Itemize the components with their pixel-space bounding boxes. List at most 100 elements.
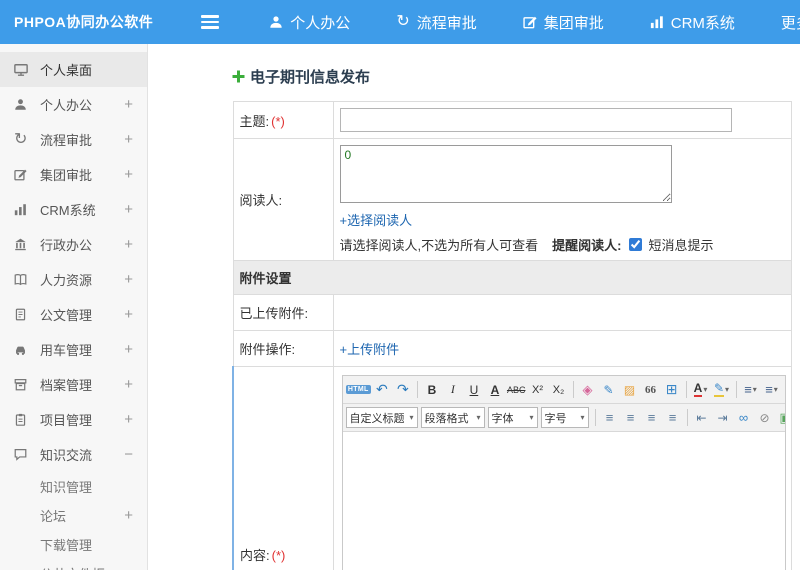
app-title: PHPOA协同办公软件 (14, 14, 154, 30)
strikethrough-button[interactable]: ABC (506, 379, 527, 400)
indent-button[interactable]: ⇥ (713, 407, 733, 428)
fill-color-button[interactable]: ▨ (620, 379, 640, 400)
expand-icon[interactable]: + (124, 166, 133, 183)
expand-icon[interactable]: + (124, 376, 133, 393)
sidebar-item-personal-desktop[interactable]: 个人桌面 (0, 52, 147, 87)
sidebar-item-knowledge-exchange[interactable]: 知识交流 − (0, 437, 147, 472)
sidebar-item-project-mgmt[interactable]: 项目管理 + (0, 402, 147, 437)
font-family-select[interactable]: 字体 ▾ (487, 407, 538, 428)
expand-icon[interactable]: + (124, 96, 133, 113)
editor-toolbar-row2: 自定义标题 ▾ 段落格式 ▾ 字体 ▾ 字号 ▾ ≡ ≡ ≡ ≡ ⇤ ⇥ ∞ ⊘ (342, 404, 785, 432)
uploaded-attachments-label: 已上传附件: (232, 294, 334, 331)
person-icon (14, 98, 31, 111)
sidebar-item-hr[interactable]: 人力资源 + (0, 262, 147, 297)
readers-label: 阅读人: (232, 138, 334, 261)
nav-more-apps[interactable]: 更多应用 ▾ (781, 12, 800, 33)
sidebar-item-personal-office[interactable]: 个人办公 + (0, 87, 147, 122)
align-center-button[interactable]: ≡ (621, 407, 641, 428)
add-icon (232, 70, 245, 83)
insert-link-button[interactable]: ∞ (734, 407, 754, 428)
highlight-color-button[interactable]: ✎ ▾ (712, 379, 732, 400)
page-title: 电子期刊信息发布 (232, 66, 792, 87)
sidebar-item-admin-office[interactable]: 行政办公 + (0, 227, 147, 262)
expand-icon[interactable]: + (124, 131, 133, 148)
expand-icon[interactable]: + (124, 411, 133, 428)
font-color-button[interactable]: A ▾ (691, 379, 711, 400)
expand-icon[interactable]: + (124, 306, 133, 323)
font-style-button[interactable]: A (485, 379, 505, 400)
sidebar-subitem-knowledge-mgmt[interactable]: 知识管理 (0, 472, 147, 501)
sms-notify-checkbox[interactable] (629, 238, 643, 251)
nav-personal-office[interactable]: 个人办公 (269, 12, 350, 33)
redo-button[interactable]: ↷ (393, 379, 413, 400)
edit-icon (523, 15, 537, 29)
italic-button[interactable]: I (443, 379, 463, 400)
attachment-section-header: 附件设置 (232, 260, 792, 295)
sidebar-item-vehicle-mgmt[interactable]: 用车管理 + (0, 332, 147, 367)
editor-content-area[interactable] (342, 432, 785, 570)
sidebar-subitem-forum[interactable]: 论坛 + (0, 501, 147, 530)
sidebar: 个人桌面 个人办公 + ↻ 流程审批 + 集团审批 + CRM系统 + 行政办公… (0, 44, 148, 570)
html-source-button[interactable]: HTML (345, 379, 371, 400)
align-justify-button[interactable]: ≡ (663, 407, 683, 428)
sidebar-item-document-mgmt[interactable]: 公文管理 + (0, 297, 147, 332)
undo-button[interactable]: ↶ (372, 379, 392, 400)
align-left-button[interactable]: ≡ (600, 407, 620, 428)
upload-attachment-link[interactable]: +上传附件 (340, 342, 400, 357)
expand-icon[interactable]: + (124, 236, 133, 253)
sidebar-item-group-approval[interactable]: 集团审批 + (0, 157, 147, 192)
top-nav: 个人办公 ↻ 流程审批 集团审批 CRM系统 更多应用 ▾ (269, 12, 800, 33)
align-right-button[interactable]: ≡ (642, 407, 662, 428)
archive-box-icon (14, 378, 31, 391)
nav-crm-system[interactable]: CRM系统 (650, 12, 735, 33)
edit-icon (14, 168, 31, 181)
bold-button[interactable]: B (422, 379, 442, 400)
unordered-list-button[interactable]: ≡ ▾ (741, 379, 761, 400)
bar-chart-icon (14, 203, 31, 216)
sms-notify-label: 短消息提示 (648, 238, 714, 253)
format-brush-button[interactable]: ✎ (599, 379, 619, 400)
unlink-button[interactable]: ⊘ (755, 407, 775, 428)
subject-label: 主题: (*) (232, 101, 334, 139)
outdent-button[interactable]: ⇤ (692, 407, 712, 428)
person-icon (269, 15, 283, 29)
hamburger-menu-icon[interactable] (197, 11, 223, 33)
editor-toolbar-row1: HTML ↶ ↷ B I U A ABC X² X₂ ◈ ✎ ▨ 66 ⊞ A … (342, 376, 785, 404)
expand-icon[interactable]: + (124, 271, 133, 288)
superscript-button[interactable]: X² (528, 379, 548, 400)
desktop-icon (14, 63, 31, 77)
car-icon (14, 343, 31, 356)
paragraph-format-select[interactable]: 段落格式 ▾ (420, 407, 485, 428)
blockquote-button[interactable]: 66 (641, 379, 661, 400)
collapse-icon[interactable]: − (124, 446, 133, 463)
nav-group-approval[interactable]: 集团审批 (523, 12, 604, 33)
sidebar-subitem-public-file-cabinet[interactable]: 公共文件柜 (0, 559, 147, 570)
clipboard-icon (14, 413, 31, 426)
insert-table-button[interactable]: ⊞ (662, 379, 682, 400)
document-icon (14, 308, 31, 321)
expand-icon[interactable]: + (124, 341, 133, 358)
sidebar-item-workflow-approval[interactable]: ↻ 流程审批 + (0, 122, 147, 157)
readers-textarea[interactable]: 0 (339, 145, 672, 203)
subscript-button[interactable]: X₂ (549, 379, 569, 400)
expand-icon[interactable]: + (124, 201, 133, 218)
sidebar-subitem-download-mgmt[interactable]: 下载管理 (0, 530, 147, 559)
expand-icon[interactable]: + (124, 507, 133, 524)
ordered-list-button[interactable]: ≡ ▾ (762, 379, 782, 400)
sidebar-item-archive-mgmt[interactable]: 档案管理 + (0, 367, 147, 402)
nav-workflow-approval[interactable]: ↻ 流程审批 (396, 12, 476, 33)
font-size-select[interactable]: 字号 ▾ (540, 407, 589, 428)
main-content: 电子期刊信息发布 主题: (*) 阅读人: 0 +选择阅读人 请选择阅读人,不选为… (148, 44, 800, 570)
insert-image-button[interactable]: ▣ (776, 407, 784, 428)
uploaded-attachments-value (332, 294, 792, 331)
heading-select[interactable]: 自定义标题 ▾ (345, 407, 418, 428)
attachment-operation-label: 附件操作: (232, 330, 334, 367)
select-readers-link[interactable]: +选择阅读人 (340, 213, 413, 228)
sidebar-item-crm[interactable]: CRM系统 + (0, 192, 147, 227)
underline-button[interactable]: U (464, 379, 484, 400)
book-icon (14, 273, 31, 286)
subject-input[interactable] (339, 108, 732, 132)
building-icon (14, 238, 31, 251)
remove-format-button[interactable]: ◈ (578, 379, 598, 400)
remind-readers-label: 提醒阅读人: (552, 238, 622, 253)
